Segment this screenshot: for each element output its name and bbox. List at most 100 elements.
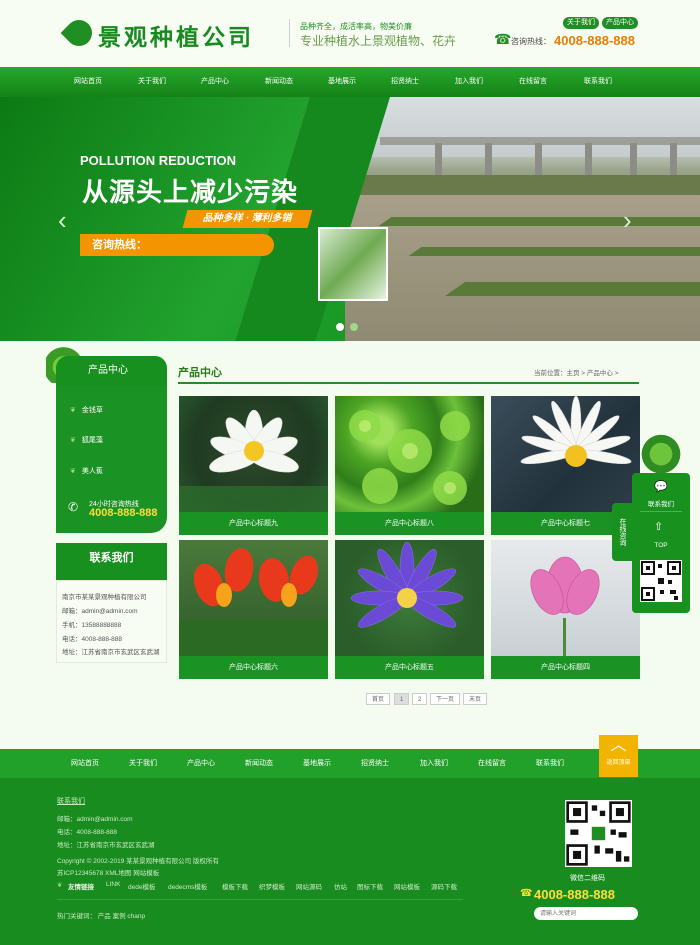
pagination-page-2[interactable]: 2 (412, 693, 428, 705)
pagination-first[interactable]: 首页 (366, 693, 391, 705)
footer-address: 地址：江苏省南京市玄武区玄武湖 (57, 842, 155, 849)
footer-nav-about[interactable]: 关于我们 (114, 749, 172, 778)
footer-divider (57, 899, 463, 900)
slogan-line2: 专业种植水上景观植物、花卉 (300, 34, 457, 48)
banner-photo (345, 97, 700, 341)
product-image-red-canna-flowers (179, 540, 328, 656)
hotline-label: 咨询热线： (511, 37, 551, 46)
toplink-products[interactable]: 产品中心 (602, 17, 638, 29)
friend-link[interactable]: 仿站 (334, 881, 347, 891)
friend-link[interactable]: 织梦模板 (259, 881, 285, 891)
sidebar-hotline-number: 4008-888-888 (89, 507, 158, 519)
breadcrumb[interactable]: 当前位置：主页 > 产品中心 > (534, 367, 619, 377)
wechat-qr-code-icon (565, 800, 632, 867)
hot-keywords[interactable]: 热门关键词： 产品 案例 chanp (57, 910, 145, 920)
leaf-bullet-icon: ❦ (70, 468, 76, 475)
footer-nav-news[interactable]: 新闻动态 (230, 749, 288, 778)
product-card[interactable]: 产品中心标题六 (179, 540, 328, 679)
product-image-green-aquatic-plant (335, 396, 484, 512)
friend-link[interactable]: 源码下载 (431, 881, 457, 891)
footer-nav-message[interactable]: 在线留言 (463, 749, 521, 778)
contact-address: 地址：江苏省南京市玄武区玄武湖 (62, 649, 160, 656)
float-plant-icon (639, 431, 683, 473)
nav-about[interactable]: 关于我们 (120, 67, 184, 97)
hotline-number: 4008-888-888 (554, 33, 635, 48)
banner-dot[interactable] (350, 323, 358, 331)
nav-base[interactable]: 基地展示 (310, 67, 374, 97)
contact-company: 南京市某某景观种植有限公司 (62, 594, 147, 601)
friend-link[interactable]: 网站源码 (296, 881, 322, 891)
slogan-line1: 品种齐全，成活率高，物美价廉 (300, 22, 412, 31)
footer-nav-jobs[interactable]: 招贤纳士 (346, 749, 404, 778)
slogan-divider (289, 19, 290, 47)
nav-news[interactable]: 新闻动态 (247, 67, 311, 97)
friend-links-label: 友情链接 (68, 884, 94, 891)
footer-contact-heading[interactable]: 联系我们 (57, 796, 85, 806)
float-online-tab[interactable]: 在线咨询 (612, 503, 632, 561)
footer-icp[interactable]: 苏ICP12345678 XML地图 网站模板 (57, 867, 159, 877)
float-divider (640, 511, 682, 512)
sidebar-item[interactable]: ❦ 狐尾藻 (70, 431, 103, 451)
friend-link[interactable]: 模板下载 (222, 881, 248, 891)
friend-links-prefix: LINK (106, 881, 121, 888)
phone-icon: ✆ (68, 500, 79, 514)
float-contact-label[interactable]: 联系我们 (632, 498, 690, 508)
footer-phone-line: 电话：4008-888-888 (57, 829, 117, 836)
footer-nav-join[interactable]: 加入我们 (405, 749, 463, 778)
product-image-purple-water-lily (335, 540, 484, 656)
hero-banner[interactable]: POLLUTION REDUCTION 从源头上减少污染 品种多样 · 薄利多销… (0, 97, 700, 341)
footer-nav-home[interactable]: 网站首页 (56, 749, 114, 778)
product-card[interactable]: 产品中心标题九 (179, 396, 328, 535)
friend-link[interactable]: 图标下载 (357, 881, 383, 891)
sidebar-item-label: 金钱草 (81, 407, 103, 414)
product-caption: 产品中心标题四 (541, 664, 590, 671)
banner-next-arrow-icon[interactable]: › (623, 207, 632, 233)
footer-nav-contact[interactable]: 联系我们 (521, 749, 579, 778)
pagination-last[interactable]: 末页 (463, 693, 488, 705)
top-arrow-icon[interactable]: ⇧ (654, 520, 663, 533)
friend-link[interactable]: 网站模板 (394, 881, 420, 891)
sidebar-title: 产品中心 (56, 356, 167, 386)
sidebar-item[interactable]: ❦ 金钱草 (70, 401, 103, 421)
banner-dot[interactable] (336, 323, 344, 331)
pagination-page-1[interactable]: 1 (394, 693, 410, 705)
product-card[interactable]: 产品中心标题八 (335, 396, 484, 535)
sidebar-item[interactable]: ❦ 美人蕉 (70, 462, 103, 482)
nav-join[interactable]: 加入我们 (437, 67, 501, 97)
sidebar-item-label: 狐尾藻 (81, 437, 103, 444)
footer-copyright: Copyright © 2002-2019 某某景观种植有限公司 版权所有 (57, 858, 219, 865)
product-card[interactable]: 产品中心标题五 (335, 540, 484, 679)
nav-contact[interactable]: 联系我们 (566, 67, 630, 97)
footer-email: 邮箱：admin@admin.com (57, 816, 133, 823)
nav-jobs[interactable]: 招贤纳士 (373, 67, 437, 97)
footer-nav-base[interactable]: 基地展示 (288, 749, 346, 778)
phone-icon: ☎ (520, 888, 533, 899)
toplink-about[interactable]: 关于我们 (563, 17, 599, 29)
product-caption: 产品中心标题八 (385, 520, 434, 527)
nav-message[interactable]: 在线留言 (501, 67, 565, 97)
chat-icon[interactable]: 💬 (654, 480, 668, 493)
banner-thumbnail (318, 227, 388, 301)
product-caption: 产品中心标题五 (385, 664, 434, 671)
phone-icon: ☎ (494, 31, 512, 47)
banner-prev-arrow-icon[interactable]: ‹ (58, 207, 67, 233)
footer-hotline: 4008-888-888 (534, 887, 615, 902)
back-to-top-label: 返回顶部 (606, 760, 631, 766)
qr-code-small-icon (640, 560, 682, 602)
nav-home[interactable]: 网站首页 (56, 67, 120, 97)
footer-nav-products[interactable]: 产品中心 (172, 749, 230, 778)
friend-link[interactable]: dede模板 (128, 881, 155, 891)
banner-title-cn: 从源头上减少污染 (82, 177, 299, 207)
friend-links-icon: ❦ (57, 882, 63, 889)
float-top-label[interactable]: TOP (632, 542, 690, 549)
back-to-top-button[interactable]: ︿ 返回顶部 (599, 735, 638, 777)
pagination-next[interactable]: 下一页 (430, 693, 461, 705)
banner-title-en: POLLUTION REDUCTION (80, 153, 236, 168)
nav-products[interactable]: 产品中心 (183, 67, 247, 97)
product-caption: 产品中心标题九 (229, 520, 278, 527)
product-caption: 产品中心标题六 (229, 664, 278, 671)
search-input[interactable] (534, 907, 638, 920)
leaf-bullet-icon: ❦ (70, 437, 76, 444)
friend-link[interactable]: dedecms模板 (168, 881, 207, 891)
site-logo[interactable]: 景观种植公司 (98, 18, 254, 52)
